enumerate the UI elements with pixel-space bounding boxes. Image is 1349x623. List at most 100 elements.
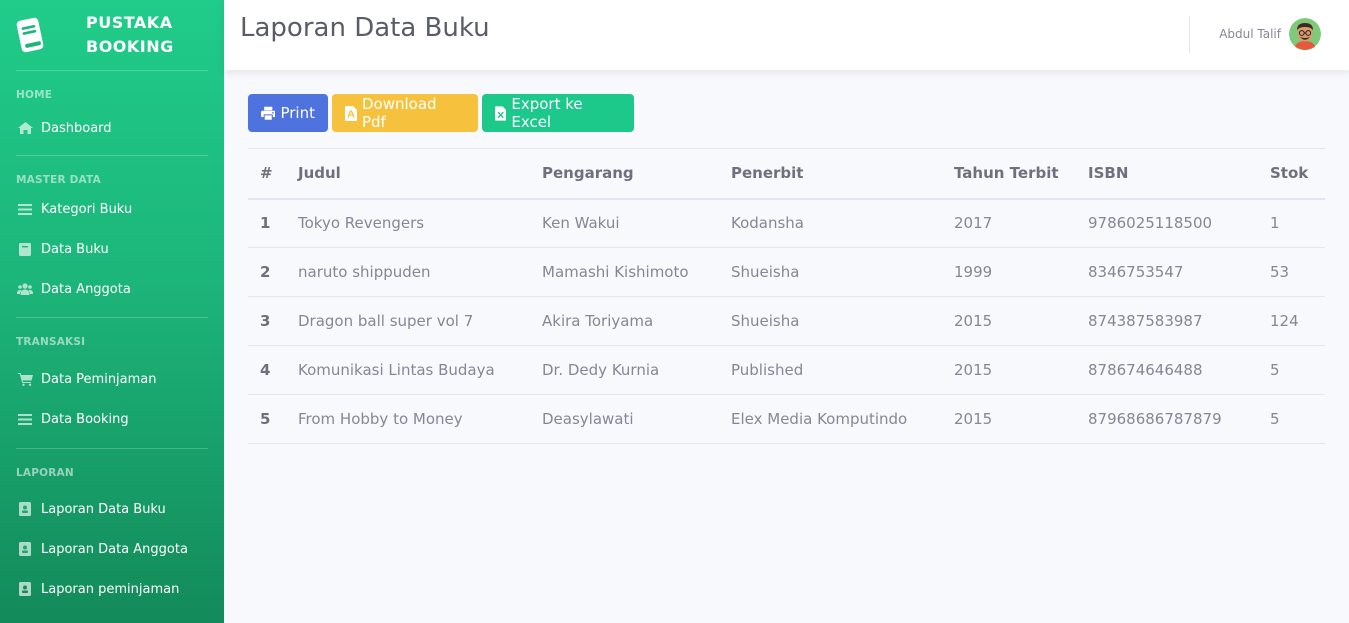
sidebar-item-label: Laporan Data Buku bbox=[41, 501, 166, 517]
cell-number: 3 bbox=[260, 312, 271, 330]
book-report-table: # Judul Pengarang Penerbit Tahun Terbit … bbox=[248, 148, 1325, 444]
print-button[interactable]: Print bbox=[248, 94, 328, 132]
user-menu[interactable]: Abdul Talif bbox=[1219, 18, 1321, 50]
cell-penerbit: Elex Media Komputindo bbox=[731, 410, 908, 428]
address-book-icon bbox=[17, 542, 33, 556]
table-header-row: # Judul Pengarang Penerbit Tahun Terbit … bbox=[248, 148, 1325, 199]
col-header-number: # bbox=[260, 164, 273, 183]
download-pdf-label: Download Pdf bbox=[361, 95, 437, 131]
cell-number: 4 bbox=[260, 361, 271, 379]
users-icon bbox=[17, 282, 33, 296]
cell-isbn: 874387583987 bbox=[1088, 312, 1203, 330]
cell-isbn: 8346753547 bbox=[1088, 263, 1184, 281]
table-row: 3 Dragon ball super vol 7 Akira Toriyama… bbox=[248, 297, 1325, 346]
table-header: # Judul Pengarang Penerbit Tahun Terbit … bbox=[248, 148, 1325, 199]
avatar bbox=[1289, 18, 1321, 50]
brand-name: PUSTAKA BOOKING bbox=[86, 11, 186, 59]
cell-number: 5 bbox=[260, 410, 271, 428]
table-row: 1 Tokyo Revengers Ken Wakui Kodansha 201… bbox=[248, 199, 1325, 248]
sidebar-item-data-booking[interactable]: Data Booking bbox=[0, 399, 224, 439]
sidebar-item-dashboard[interactable]: Dashboard bbox=[0, 108, 224, 148]
cell-number: 2 bbox=[260, 263, 271, 281]
cell-stok: 124 bbox=[1270, 312, 1299, 330]
topbar-divider bbox=[1189, 16, 1190, 54]
cell-pengarang: Ken Wakui bbox=[542, 214, 620, 233]
section-heading-master: MASTER DATA bbox=[16, 174, 101, 186]
sidebar-item-label: Laporan peminjaman bbox=[41, 581, 180, 597]
sidebar-item-kategori-buku[interactable]: Kategori Buku bbox=[0, 189, 224, 229]
cell-penerbit: Kodansha bbox=[731, 214, 805, 233]
col-header-stok: Stok bbox=[1270, 164, 1309, 183]
section-heading-transaksi: TRANSAKSI bbox=[16, 336, 86, 348]
cell-pengarang: Deasylawati bbox=[542, 410, 634, 428]
file-excel-icon bbox=[495, 105, 507, 121]
col-header-penerbit: Penerbit bbox=[731, 164, 804, 183]
home-icon bbox=[17, 121, 33, 135]
cell-stok: 1 bbox=[1270, 214, 1280, 233]
sidebar-divider bbox=[16, 155, 208, 156]
table-body: 1 Tokyo Revengers Ken Wakui Kodansha 201… bbox=[248, 199, 1325, 444]
sidebar-item-label: Data Booking bbox=[41, 411, 129, 427]
export-excel-button[interactable]: Export ke Excel bbox=[482, 94, 634, 132]
cell-pengarang: Akira Toriyama bbox=[542, 312, 654, 330]
cell-tahun-terbit: 2015 bbox=[954, 410, 993, 428]
sidebar-item-label: Laporan Data Anggota bbox=[41, 541, 188, 557]
print-label: Print bbox=[280, 104, 315, 122]
sidebar-item-data-buku[interactable]: Data Buku bbox=[0, 229, 224, 269]
sidebar-divider bbox=[16, 317, 208, 318]
cell-isbn: 9786025118500 bbox=[1088, 214, 1213, 233]
table-row: 4 Komunikasi Lintas Budaya Dr. Dedy Kurn… bbox=[248, 346, 1325, 395]
sidebar-divider bbox=[16, 448, 208, 449]
cell-number: 1 bbox=[260, 214, 271, 233]
sidebar-item-data-peminjaman[interactable]: Data Peminjaman bbox=[0, 359, 224, 399]
list-icon bbox=[17, 412, 33, 426]
cell-isbn: 878674646488 bbox=[1088, 361, 1203, 379]
cell-penerbit: Published bbox=[731, 361, 804, 379]
table-row: 2 naruto shippuden Mamashi Kishimoto Shu… bbox=[248, 248, 1325, 297]
brand-line2: BOOKING bbox=[86, 37, 174, 56]
sidebar: PUSTAKA BOOKING HOME Dashboard MASTER DA… bbox=[0, 0, 224, 623]
download-pdf-button[interactable]: Download Pdf bbox=[332, 94, 478, 132]
topbar: Laporan Data Buku Abdul Talif bbox=[224, 0, 1349, 70]
sidebar-item-label: Data Peminjaman bbox=[41, 371, 157, 387]
sidebar-item-label: Data Anggota bbox=[41, 281, 131, 297]
export-excel-label: Export ke Excel bbox=[511, 95, 583, 131]
cell-tahun-terbit: 2015 bbox=[954, 361, 993, 379]
cell-pengarang: Mamashi Kishimoto bbox=[542, 263, 689, 281]
sidebar-item-laporan-data-buku[interactable]: Laporan Data Buku bbox=[0, 489, 224, 529]
sidebar-divider bbox=[16, 70, 208, 71]
cell-isbn: 87968686787879 bbox=[1088, 410, 1222, 428]
sidebar-item-label: Kategori Buku bbox=[41, 201, 133, 217]
cell-stok: 5 bbox=[1270, 410, 1280, 428]
printer-icon bbox=[261, 106, 276, 121]
cell-judul: Dragon ball super vol 7 bbox=[298, 312, 474, 330]
book-logo-icon bbox=[16, 17, 44, 53]
cell-judul: naruto shippuden bbox=[298, 263, 431, 281]
action-toolbar: Print Download Pdf Export ke Excel bbox=[248, 94, 634, 132]
col-header-tahun-terbit: Tahun Terbit bbox=[954, 164, 1059, 183]
cell-pengarang: Dr. Dedy Kurnia bbox=[542, 361, 660, 379]
user-name: Abdul Talif bbox=[1219, 27, 1281, 41]
cell-stok: 53 bbox=[1270, 263, 1290, 281]
table-row: 5 From Hobby to Money Deasylawati Elex M… bbox=[248, 395, 1325, 444]
cart-icon bbox=[17, 372, 33, 386]
brand[interactable]: PUSTAKA BOOKING bbox=[0, 0, 224, 70]
cell-penerbit: Shueisha bbox=[731, 263, 800, 281]
cell-tahun-terbit: 2015 bbox=[954, 312, 993, 330]
sidebar-item-data-anggota[interactable]: Data Anggota bbox=[0, 269, 224, 309]
cell-stok: 5 bbox=[1270, 361, 1280, 379]
list-icon bbox=[17, 202, 33, 216]
col-header-isbn: ISBN bbox=[1088, 164, 1129, 183]
cell-tahun-terbit: 2017 bbox=[954, 214, 993, 233]
file-pdf-icon bbox=[345, 105, 357, 121]
col-header-pengarang: Pengarang bbox=[542, 164, 634, 183]
sidebar-item-laporan-data-anggota[interactable]: Laporan Data Anggota bbox=[0, 529, 224, 569]
book-icon bbox=[17, 242, 33, 256]
sidebar-item-label: Dashboard bbox=[41, 120, 112, 136]
section-heading-laporan: LAPORAN bbox=[16, 467, 74, 479]
cell-judul: Komunikasi Lintas Budaya bbox=[298, 361, 495, 379]
brand-line1: PUSTAKA bbox=[86, 13, 173, 32]
section-heading-home: HOME bbox=[16, 89, 53, 101]
page-title: Laporan Data Buku bbox=[240, 13, 490, 43]
sidebar-item-laporan-peminjaman[interactable]: Laporan peminjaman bbox=[0, 569, 224, 609]
